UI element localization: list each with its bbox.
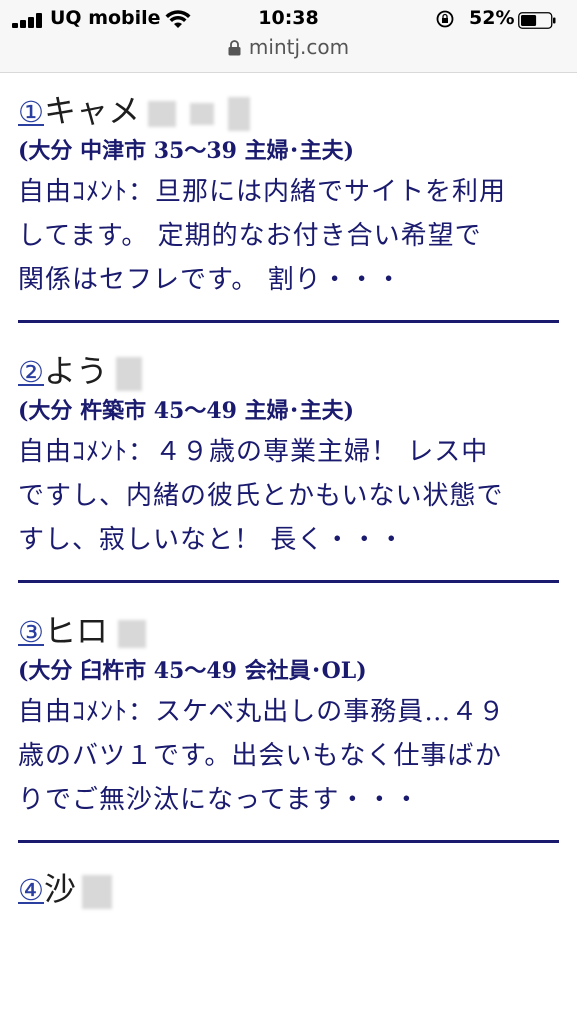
member-profile: (大分 中津市 35〜39 主婦･主夫) [18,138,355,164]
member-name-line[interactable]: ②よう [0,349,577,394]
member-name: よう [44,352,109,390]
padlock-icon [228,40,241,56]
blurred-name-mask [82,874,113,909]
list-item: ③ヒロ (大分 臼杵市 45〜49 会社員･OL) 自由ｺﾒﾝﾄ：スケベ丸出しの… [0,583,577,843]
blurred-name-mask [228,96,251,131]
member-name-line[interactable]: ①キャメ [0,89,577,134]
comment-line: 自由ｺﾒﾝﾄ：旦那には内緒でサイトを利用 [18,177,507,207]
blurred-name-mask [190,102,215,125]
member-name: ヒロ [44,612,109,650]
blurred-name-mask [118,619,147,648]
battery-icon [518,12,556,29]
entry-number-link[interactable]: ① [18,95,44,129]
battery-percent: 52% [469,7,515,29]
rotation-lock-icon [436,10,454,28]
comment-line: 歳のバツ１です。出会いもなく仕事ばか [18,741,502,771]
member-name: 沙 [44,870,77,908]
comment-line: してます。 定期的なお付き合い希望で [18,221,482,251]
list-item: ②よう (大分 杵築市 45〜49 主婦･主夫) 自由ｺﾒﾝﾄ：４９歳の専業主婦… [0,323,577,583]
member-list: ①キャメ (大分 中津市 35〜39 主婦･主夫) 自由ｺﾒﾝﾄ：旦那には内緒で… [0,73,577,912]
member-comment: 自由ｺﾒﾝﾄ：旦那には内緒でサイトを利用 してます。 定期的なお付き合い希望で … [0,170,577,302]
comment-line: 自由ｺﾒﾝﾄ：４９歳の専業主婦！ レス中 [18,437,489,467]
address-bar[interactable]: mintj.com [0,35,577,61]
member-profile: (大分 杵築市 45〜49 主婦･主夫) [18,398,355,424]
blurred-name-mask [116,356,143,391]
comment-line: ですし、内緒の彼氏とかもいない状態で [18,481,504,511]
entry-number-link[interactable]: ② [18,355,44,389]
member-profile: (大分 臼杵市 45〜49 会社員･OL) [18,658,367,684]
member-name-line[interactable]: ④沙 [0,867,577,912]
page-url: mintj.com [248,35,350,59]
list-item: ①キャメ (大分 中津市 35〜39 主婦･主夫) 自由ｺﾒﾝﾄ：旦那には内緒で… [0,73,577,323]
entry-number-link[interactable]: ③ [18,615,44,649]
entry-number-link[interactable]: ④ [18,873,44,907]
member-comment: 自由ｺﾒﾝﾄ：スケベ丸出しの事務員…４９ 歳のバツ１です。出会いもなく仕事ばか … [0,690,577,822]
comment-line: 自由ｺﾒﾝﾄ：スケベ丸出しの事務員…４９ [18,697,506,727]
status-bar: UQ mobile 10:38 52% mintj.com [0,0,577,73]
list-item: ④沙 [0,843,577,912]
blurred-name-mask [148,100,177,127]
member-name-line[interactable]: ③ヒロ [0,609,577,654]
comment-line: すし、寂しいなと！ 長く・・・ [18,525,406,555]
comment-line: りでご無沙汰になってます・・・ [18,785,421,815]
member-name: キャメ [44,92,141,130]
member-comment: 自由ｺﾒﾝﾄ：４９歳の専業主婦！ レス中 ですし、内緒の彼氏とかもいない状態で … [0,430,577,562]
comment-line: 関係はセフレです。 割り・・・ [18,265,403,295]
